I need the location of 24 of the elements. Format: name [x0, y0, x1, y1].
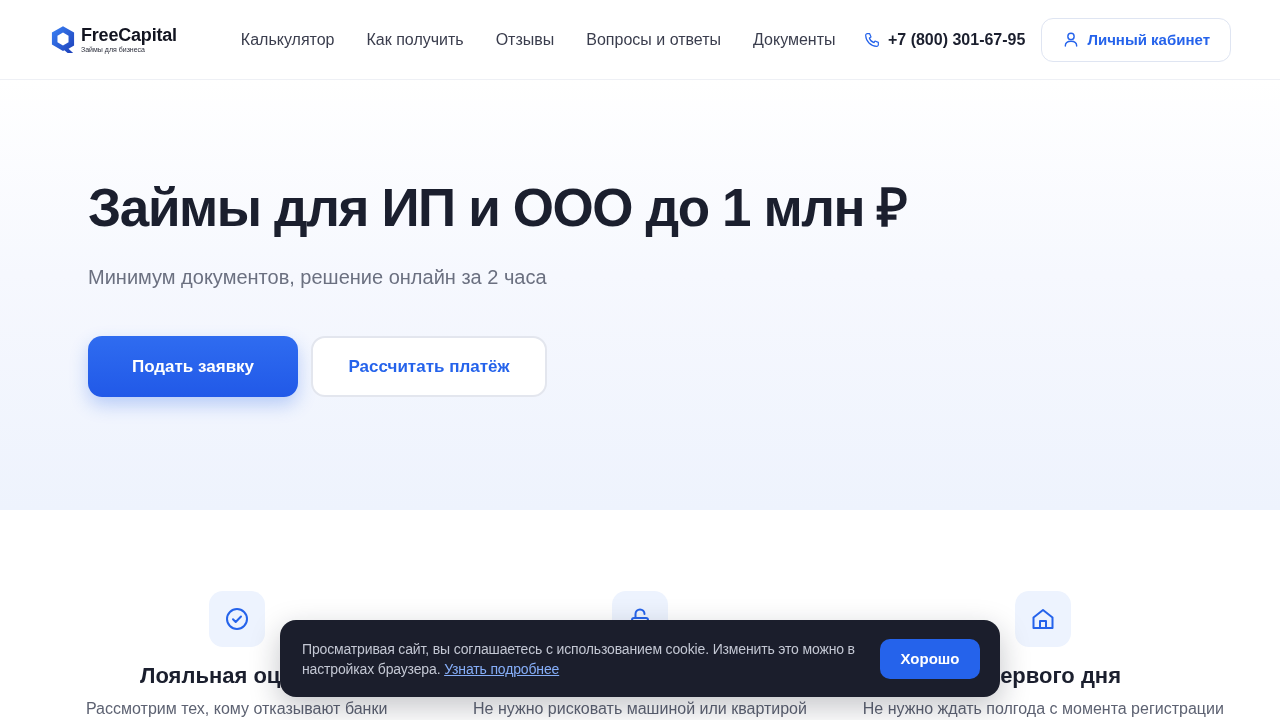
nav-link[interactable]: Как получить — [366, 30, 464, 49]
cookie-notice-text: Просматривая сайт, вы соглашаетесь с использованием cookie. Изменить это можно в настройках браузера. Узнать подробнее — [302, 639, 856, 679]
feature-description: Не нужно рисковать машиной или квартирой — [473, 699, 807, 718]
phone-link[interactable]: +7 (800) 301-67-95 — [887, 30, 1026, 49]
nav-link[interactable]: Отзывы — [495, 30, 555, 49]
calculate-button[interactable]: Рассчитать платёж — [311, 336, 547, 397]
phone-icon — [863, 31, 880, 48]
account-button[interactable]: Личный кабинет — [1041, 17, 1231, 62]
accept-button[interactable]: Хорошо — [880, 638, 980, 679]
feature-description: Не нужно ждать полгода с момента регистрации — [862, 699, 1224, 718]
feature-description: Рассмотрим тех, кому отказывают банки — [85, 699, 388, 718]
nav-link[interactable]: Вопросы и ответы — [586, 30, 722, 49]
hero-subtitle: Минимум документов, решение онлайн за 2 часа — [88, 265, 548, 289]
feature-title: ервого дня — [1000, 663, 1121, 689]
logo-icon — [51, 25, 75, 54]
brand-name: FreeCapital — [81, 26, 177, 44]
learn-more-link[interactable]: Узнать подробнее — [444, 660, 560, 677]
nav-link[interactable]: Калькулятор — [240, 30, 335, 49]
nav-link[interactable]: Документы — [753, 30, 836, 49]
feature-title: Лояльная оц — [140, 663, 281, 689]
hero-title: Займы для ИП и ООО до 1 млн ₽ — [88, 177, 908, 239]
user-icon — [1064, 32, 1079, 47]
apply-button[interactable]: Подать заявку — [88, 336, 298, 397]
house-icon — [1015, 591, 1072, 647]
